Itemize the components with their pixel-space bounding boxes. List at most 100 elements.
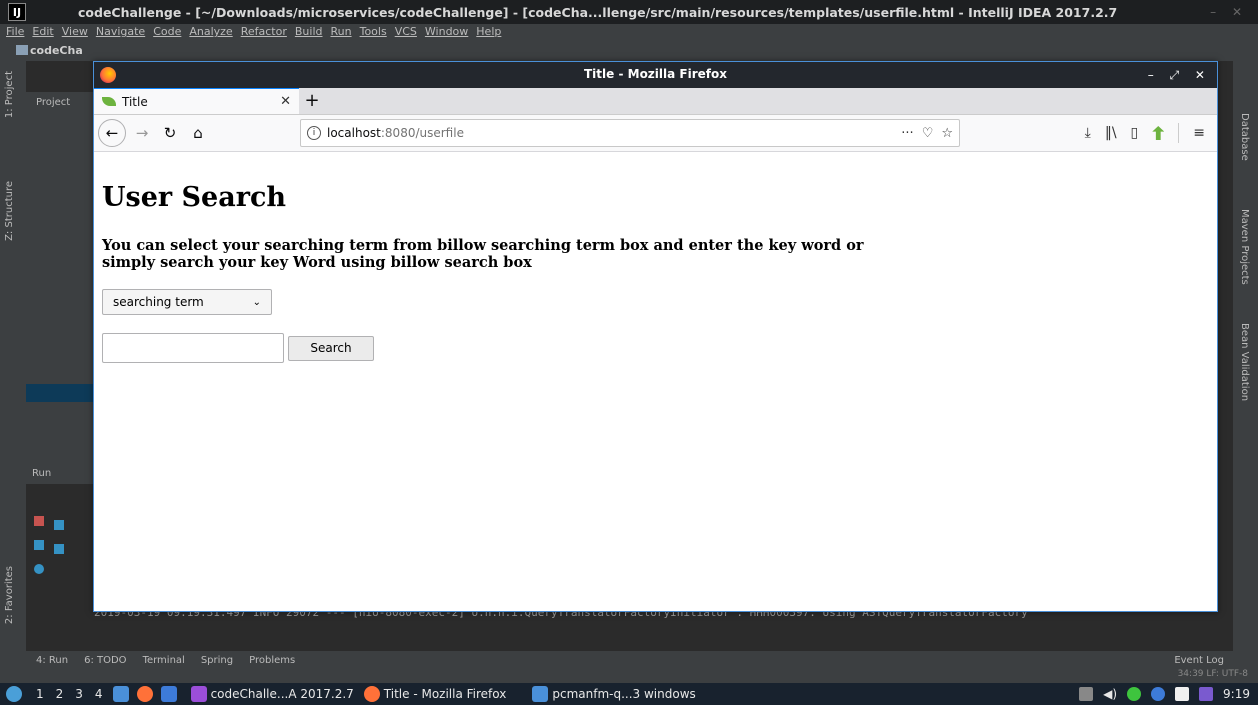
browser-tab[interactable]: Title ✕ <box>94 87 299 114</box>
info-icon[interactable]: i <box>307 126 321 140</box>
firefox-nav-bar: ← → ↻ ⌂ i localhost:8080/userfile ··· ♡ … <box>94 115 1217 152</box>
task-firefox-label: Title - Mozilla Firefox <box>383 687 507 701</box>
workspace-3[interactable]: 3 <box>75 687 83 701</box>
tool-todo[interactable]: 6: TODO <box>84 655 126 666</box>
select-value: searching term <box>113 295 204 309</box>
menu-help[interactable]: Help <box>476 24 501 39</box>
arrow-down-icon[interactable] <box>54 544 64 554</box>
workspace-1[interactable]: 1 <box>36 687 44 701</box>
tool-spring[interactable]: Spring <box>201 655 233 666</box>
tab-bean-validation[interactable]: Bean Validation <box>1239 323 1250 401</box>
pause-icon[interactable] <box>34 540 44 550</box>
task-firefox[interactable]: Title - Mozilla Firefox <box>363 686 507 702</box>
tab-maven-projects[interactable]: Maven Projects <box>1239 209 1250 285</box>
ide-window-title: codeChallenge - [~/Downloads/microservic… <box>78 4 1118 20</box>
project-tree-selection[interactable] <box>26 384 94 402</box>
ide-editor-gutter <box>1217 61 1233 651</box>
nav-project-name[interactable]: codeCha <box>30 44 83 57</box>
tool-run[interactable]: 4: Run <box>36 655 68 666</box>
file-manager-icon[interactable] <box>112 686 129 702</box>
url-host: localhost <box>327 126 381 140</box>
menu-vcs[interactable]: VCS <box>395 24 417 39</box>
firefox-window: Title - Mozilla Firefox – ⤢ ✕ Title ✕ + … <box>93 61 1218 612</box>
menu-analyze[interactable]: Analyze <box>189 24 232 39</box>
tab-database[interactable]: Database <box>1239 113 1250 161</box>
menu-run[interactable]: Run <box>331 24 352 39</box>
task-pcmanfm[interactable]: pcmanfm-q...3 windows <box>532 686 696 702</box>
intellij-task-icon <box>190 686 207 702</box>
menu-hamburger-icon[interactable]: ≡ <box>1193 125 1205 141</box>
back-button[interactable]: ← <box>98 119 126 147</box>
project-panel-title[interactable]: Project <box>36 97 70 108</box>
sidebar-icon[interactable]: ▯ <box>1131 125 1139 141</box>
ide-left-tool-strip: 1: Project Z: Structure 2: Favorites <box>0 61 26 651</box>
arrow-up-icon[interactable] <box>54 520 64 530</box>
reload-button[interactable]: ↻ <box>158 121 182 145</box>
battery-icon[interactable] <box>1199 687 1214 701</box>
firefox-task-icon <box>363 686 380 702</box>
stop-icon[interactable] <box>34 516 44 526</box>
clock[interactable]: 9:19 <box>1223 687 1250 701</box>
menu-code[interactable]: Code <box>153 24 181 39</box>
downloads-icon[interactable]: ⤓ <box>1085 125 1091 141</box>
tab-favorites[interactable]: 2: Favorites <box>4 566 15 624</box>
pocket-icon[interactable]: ♡ <box>922 126 934 141</box>
taskbar: 1 2 3 4 codeChalle...A 2017.2.7 Title - … <box>0 683 1258 705</box>
forward-button[interactable]: → <box>130 121 154 145</box>
chevron-down-icon: ⌄ <box>252 296 261 308</box>
menu-file[interactable]: File <box>6 24 24 39</box>
searching-term-select[interactable]: searching term ⌄ <box>102 289 272 315</box>
intellij-logo-icon: IJ <box>8 3 26 21</box>
ide-window-controls[interactable]: – ✕ <box>1210 5 1258 19</box>
keyboard-icon[interactable] <box>1079 687 1094 701</box>
search-button[interactable]: Search <box>288 335 374 361</box>
menu-navigate[interactable]: Navigate <box>96 24 145 39</box>
tab-structure[interactable]: Z: Structure <box>4 181 15 241</box>
home-button[interactable]: ⌂ <box>186 121 210 145</box>
task-pcmanfm-label: pcmanfm-q...3 windows <box>552 687 696 701</box>
tool-problems[interactable]: Problems <box>249 655 295 666</box>
debug-icon[interactable] <box>34 564 44 574</box>
workspace-4[interactable]: 4 <box>95 687 103 701</box>
search-input[interactable] <box>102 333 284 363</box>
firefox-window-controls[interactable]: – ⤢ ✕ <box>1148 68 1217 83</box>
menu-tools[interactable]: Tools <box>360 24 387 39</box>
ide-project-panel: Project <box>26 92 94 462</box>
firefox-title-bar: Title - Mozilla Firefox – ⤢ ✕ <box>94 62 1217 88</box>
start-menu-icon[interactable] <box>6 686 22 702</box>
tool-terminal[interactable]: Terminal <box>143 655 185 666</box>
menu-edit[interactable]: Edit <box>32 24 53 39</box>
network-icon[interactable] <box>1127 687 1142 701</box>
task-intellij[interactable]: codeChalle...A 2017.2.7 <box>190 686 354 702</box>
extension-icon[interactable] <box>1152 126 1165 140</box>
menu-build[interactable]: Build <box>295 24 323 39</box>
spring-leaf-icon <box>102 97 116 106</box>
bluetooth-icon[interactable] <box>1151 687 1166 701</box>
close-tab-icon[interactable]: ✕ <box>280 94 291 109</box>
clipboard-icon[interactable] <box>1175 687 1190 701</box>
tool-event-log[interactable]: Event Log <box>1174 655 1258 666</box>
bookmark-star-icon[interactable]: ☆ <box>941 126 953 141</box>
menu-refactor[interactable]: Refactor <box>241 24 287 39</box>
ide-title-bar: IJ codeChallenge - [~/Downloads/microser… <box>0 0 1258 24</box>
page-heading: User Search <box>102 182 287 213</box>
url-bar[interactable]: i localhost:8080/userfile ··· ♡ ☆ <box>300 119 960 147</box>
library-icon[interactable]: ‖\ <box>1105 125 1117 141</box>
url-path: :8080/userfile <box>380 126 464 140</box>
ide-right-tool-strip: Database Maven Projects Bean Validation <box>1233 61 1258 651</box>
new-tab-button[interactable]: + <box>299 87 325 114</box>
tab-project[interactable]: 1: Project <box>4 71 15 118</box>
workspace-2[interactable]: 2 <box>56 687 64 701</box>
page-description: You can select your searching term from … <box>102 237 864 271</box>
menu-view[interactable]: View <box>62 24 88 39</box>
terminal-launcher-icon[interactable] <box>160 686 177 702</box>
menu-window[interactable]: Window <box>425 24 468 39</box>
page-content: User Search You can select your searchin… <box>94 152 1217 611</box>
ide-nav-bar[interactable]: codeCha <box>0 40 83 60</box>
firefox-launcher-icon[interactable] <box>136 686 153 702</box>
toolbar-separator <box>1178 123 1180 143</box>
status-text: 34:39 LF: UTF-8 <box>1177 669 1248 679</box>
folder-task-icon <box>532 686 549 702</box>
page-actions-icon[interactable]: ··· <box>901 126 913 141</box>
volume-icon[interactable]: ◀) <box>1103 687 1117 701</box>
